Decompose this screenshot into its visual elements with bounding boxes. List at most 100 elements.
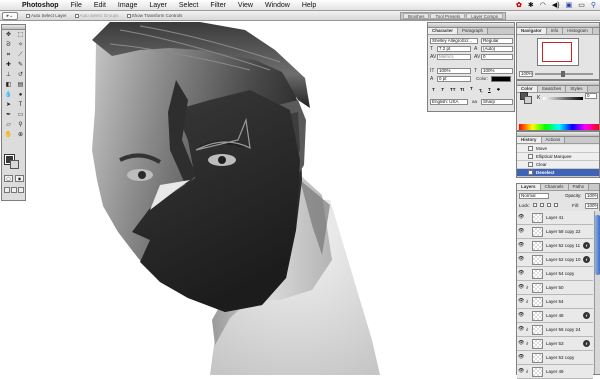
- layers-scroll-thumb[interactable]: [595, 215, 600, 275]
- show-transform-checkbox[interactable]: [126, 13, 131, 18]
- visibility-eye-icon[interactable]: 👁: [518, 327, 524, 332]
- layer-effects-icon[interactable]: f: [583, 242, 590, 249]
- tab-paragraph[interactable]: Paragraph: [458, 28, 489, 34]
- crop-icon[interactable]: ⌗: [3, 51, 14, 60]
- underline-button[interactable]: T: [488, 87, 491, 92]
- opacity-field[interactable]: 100%: [585, 193, 598, 199]
- strikethrough-button[interactable]: T: [497, 87, 500, 92]
- healing-icon[interactable]: ✚: [3, 61, 14, 70]
- pen-icon[interactable]: ✒: [3, 111, 14, 120]
- layer-name[interactable]: Layer 53 copy: [546, 355, 574, 360]
- tab-layers[interactable]: Layers: [517, 184, 541, 190]
- tab-channels[interactable]: Channels: [540, 184, 569, 190]
- layer-thumbnail[interactable]: [532, 255, 543, 265]
- k-channel-field[interactable]: 0: [585, 93, 597, 99]
- visibility-eye-icon[interactable]: 👁: [518, 285, 524, 290]
- layer-name[interactable]: Layer 41: [546, 215, 564, 220]
- layers-scrollbar[interactable]: [594, 211, 600, 374]
- layer-row[interactable]: 👁 Layer 52 copy 10 f: [517, 253, 593, 267]
- tab-styles[interactable]: Styles: [566, 86, 588, 92]
- tab-info[interactable]: Info: [546, 28, 564, 34]
- faux-bold-button[interactable]: T: [432, 87, 435, 92]
- baseline-shift-field[interactable]: 0 pt: [437, 76, 471, 82]
- well-tab-brushes[interactable]: Brushes: [402, 13, 430, 19]
- layer-name[interactable]: Layer 54: [546, 299, 564, 304]
- slice-icon[interactable]: ⟋: [15, 51, 26, 60]
- blend-mode-select[interactable]: Normal: [519, 193, 549, 199]
- navigator-zoom-knob[interactable]: [561, 71, 565, 77]
- layer-row[interactable]: 👁 Layer 58 copy 22: [517, 225, 593, 239]
- tab-histogram[interactable]: Histogram: [563, 28, 593, 34]
- visibility-eye-icon[interactable]: 👁: [518, 313, 524, 318]
- visibility-eye-icon[interactable]: 👁: [518, 271, 524, 276]
- tool-preset-picker[interactable]: ▸⌄: [2, 11, 18, 20]
- layer-name[interactable]: Layer 52 copy 10: [546, 257, 581, 262]
- marquee-icon[interactable]: ⬚: [15, 31, 26, 40]
- color-ramp[interactable]: [519, 124, 599, 130]
- type-icon[interactable]: T: [15, 101, 26, 110]
- spotlight-icon[interactable]: ⚲: [591, 1, 596, 9]
- menu-window[interactable]: Window: [259, 2, 296, 9]
- layer-name[interactable]: Layer 53: [546, 341, 564, 346]
- leading-field[interactable]: (Auto): [481, 46, 513, 52]
- layer-name[interactable]: Layer 48: [546, 313, 564, 318]
- superscript-button[interactable]: T: [470, 86, 473, 91]
- font-family-select[interactable]: Shelley AllegroScr...: [430, 38, 478, 44]
- layer-name[interactable]: Layer 58 copy 22: [546, 229, 581, 234]
- volume-icon[interactable]: ◀): [552, 1, 560, 9]
- screen-mode-full[interactable]: [18, 187, 24, 193]
- layer-name[interactable]: Layer 49: [546, 369, 564, 374]
- vertical-scale-field[interactable]: 100%: [437, 68, 471, 74]
- menu-select[interactable]: Select: [173, 2, 204, 9]
- visibility-eye-icon[interactable]: 👁: [518, 369, 524, 374]
- color-background-swatch[interactable]: [524, 96, 532, 104]
- visibility-eye-icon[interactable]: 👁: [518, 243, 524, 248]
- layer-row[interactable]: 👁 ∂ Layer 50: [517, 281, 593, 295]
- battery-icon[interactable]: ▭: [578, 1, 585, 9]
- horizontal-scale-field[interactable]: 100%: [481, 68, 513, 74]
- layer-thumbnail[interactable]: [532, 241, 543, 251]
- wifi-icon[interactable]: ◠: [540, 1, 546, 9]
- faux-italic-button[interactable]: T: [441, 87, 444, 92]
- stamp-icon[interactable]: ⊥: [3, 71, 14, 80]
- tab-paths[interactable]: Paths: [568, 184, 590, 190]
- eyedropper-icon[interactable]: ⚲: [15, 121, 26, 130]
- antialias-select[interactable]: Sharp: [481, 99, 513, 105]
- menu-file[interactable]: File: [65, 2, 88, 9]
- visibility-eye-icon[interactable]: 👁: [518, 215, 524, 220]
- adobe-icon[interactable]: ✿: [516, 1, 522, 9]
- hand-icon[interactable]: ✋: [3, 131, 14, 140]
- tab-navigator[interactable]: Navigator: [517, 28, 547, 34]
- menu-app[interactable]: Photoshop: [16, 2, 65, 9]
- layer-row[interactable]: 👁 ∂ Layer 54: [517, 295, 593, 309]
- move-icon[interactable]: ✥: [3, 31, 14, 40]
- history-item-clear[interactable]: Clear: [517, 161, 599, 169]
- layer-row[interactable]: 👁 Layer 54 copy: [517, 267, 593, 281]
- screen-mode-full-menu[interactable]: [11, 187, 17, 193]
- menu-help[interactable]: Help: [296, 2, 322, 9]
- well-tab-layer-comps[interactable]: Layer Comps: [466, 13, 503, 19]
- history-item-elliptical-marquee[interactable]: Elliptical Marquee: [517, 153, 599, 161]
- screen-mode-standard[interactable]: [4, 187, 10, 193]
- blur-icon[interactable]: 💧: [3, 91, 14, 100]
- path-select-icon[interactable]: ➤: [3, 101, 14, 110]
- k-channel-slider[interactable]: [543, 97, 583, 100]
- navigator-thumbnail[interactable]: [537, 38, 579, 66]
- visibility-eye-icon[interactable]: 👁: [518, 229, 524, 234]
- flag-icon[interactable]: ▣: [566, 1, 573, 9]
- history-brush-icon[interactable]: ↺: [15, 71, 26, 80]
- visibility-eye-icon[interactable]: 👁: [518, 299, 524, 304]
- auto-select-layer-checkbox[interactable]: [26, 13, 30, 18]
- auto-select-layer-option[interactable]: Auto Select Layer: [26, 13, 67, 18]
- visibility-eye-icon[interactable]: 👁: [518, 355, 524, 360]
- navigator-zoom-field[interactable]: 100%: [519, 71, 533, 77]
- layer-name[interactable]: Layer 50: [546, 285, 564, 290]
- layer-thumbnail[interactable]: [532, 325, 543, 335]
- history-item-deselect[interactable]: Deselect: [517, 169, 599, 177]
- quick-mask-button[interactable]: ◉: [15, 175, 24, 182]
- navigator-zoom-slider[interactable]: [535, 71, 593, 77]
- layer-thumbnail[interactable]: [532, 297, 543, 307]
- layer-thumbnail[interactable]: [532, 269, 543, 279]
- layer-effects-icon[interactable]: f: [583, 312, 590, 319]
- standard-mode-button[interactable]: ◯: [4, 175, 13, 182]
